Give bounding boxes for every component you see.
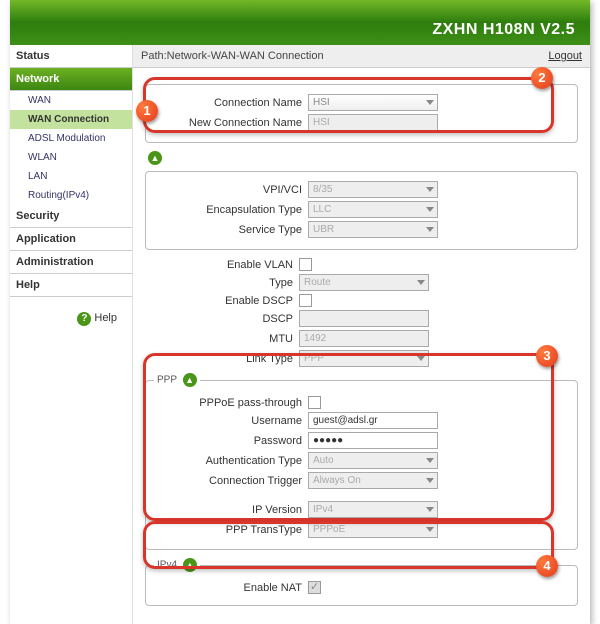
logout-link[interactable]: Logout	[548, 50, 582, 62]
link-type-label: Link Type	[145, 353, 299, 365]
section-connection: Connection Name HSI New Connection Name	[145, 84, 578, 143]
dscp-label: DSCP	[145, 313, 299, 325]
link-type-select[interactable]: PPP	[299, 350, 429, 367]
nav-network[interactable]: Network	[10, 68, 132, 91]
section-ipv4: IPv4 ▲ Enable NAT ✓	[145, 558, 578, 606]
username-input[interactable]	[308, 412, 438, 429]
annotation-badge-2: 2	[531, 67, 553, 89]
username-label: Username	[154, 415, 308, 427]
device-model: ZXHN H108N V2.5	[432, 21, 575, 38]
ppp-transtype-label: PPP TransType	[154, 524, 308, 536]
nav-lan[interactable]: LAN	[10, 167, 132, 186]
password-input[interactable]	[308, 432, 438, 449]
service-type-select[interactable]: UBR	[308, 221, 438, 238]
enable-vlan-label: Enable VLAN	[145, 259, 299, 271]
vpi-vci-select[interactable]: 8/35	[308, 181, 438, 198]
ipv4-collapse-icon[interactable]: ▲	[183, 558, 197, 572]
enable-nat-checkbox[interactable]: ✓	[308, 581, 321, 594]
nav-status[interactable]: Status	[10, 45, 132, 68]
breadcrumb: Path:Network-WAN-WAN Connection	[141, 50, 324, 62]
pppoe-passthrough-checkbox[interactable]	[308, 396, 321, 409]
annotation-badge-1: 1	[136, 100, 158, 122]
encapsulation-type-select[interactable]: LLC	[308, 201, 438, 218]
sidebar: Status Network WAN WAN Connection ADSL M…	[10, 45, 133, 624]
nav-wlan[interactable]: WLAN	[10, 148, 132, 167]
connection-trigger-label: Connection Trigger	[154, 475, 308, 487]
auth-type-select[interactable]: Auto	[308, 452, 438, 469]
help-footer[interactable]: ?Help	[10, 297, 132, 341]
section-ppp: PPP ▲ PPPoE pass-through Username Passwo…	[145, 373, 578, 550]
mtu-label: MTU	[145, 333, 299, 345]
nav-adsl-modulation[interactable]: ADSL Modulation	[10, 129, 132, 148]
section-wan-params: VPI/VCI 8/35 Encapsulation Type LLC Serv…	[145, 171, 578, 250]
connection-trigger-select[interactable]: Always On	[308, 472, 438, 489]
vpi-vci-label: VPI/VCI	[154, 184, 308, 196]
ipv4-legend: IPv4	[157, 560, 177, 571]
nav-wan-connection[interactable]: WAN Connection	[10, 110, 132, 129]
help-label: Help	[94, 312, 117, 324]
new-connection-name-label: New Connection Name	[154, 117, 308, 129]
annotation-badge-3: 3	[536, 345, 558, 367]
nav-help[interactable]: Help	[10, 274, 132, 297]
ppp-collapse-icon[interactable]: ▲	[183, 373, 197, 387]
password-label: Password	[154, 435, 308, 447]
nav-wan[interactable]: WAN	[10, 91, 132, 110]
new-connection-name-input[interactable]	[308, 114, 438, 131]
ip-version-label: IP Version	[154, 504, 308, 516]
service-type-label: Service Type	[154, 224, 308, 236]
nav-application[interactable]: Application	[10, 228, 132, 251]
encapsulation-type-label: Encapsulation Type	[154, 204, 308, 216]
pppoe-passthrough-label: PPPoE pass-through	[154, 397, 308, 409]
connection-name-label: Connection Name	[154, 97, 308, 109]
enable-dscp-checkbox[interactable]	[299, 294, 312, 307]
enable-vlan-checkbox[interactable]	[299, 258, 312, 271]
app-header: ZXHN H108N V2.5	[10, 0, 590, 45]
collapse-toggle-icon[interactable]: ▲	[148, 151, 162, 165]
dscp-input[interactable]	[299, 310, 429, 327]
mtu-input[interactable]	[299, 330, 429, 347]
ppp-transtype-select[interactable]: PPPoE	[308, 521, 438, 538]
type-label: Type	[145, 277, 299, 289]
auth-type-label: Authentication Type	[154, 455, 308, 467]
nav-security[interactable]: Security	[10, 205, 132, 228]
breadcrumb-bar: Path:Network-WAN-WAN Connection Logout	[133, 45, 590, 68]
help-icon: ?	[77, 312, 91, 326]
connection-name-select[interactable]: HSI	[308, 94, 438, 111]
ip-version-select[interactable]: IPv4	[308, 501, 438, 518]
ppp-legend: PPP	[157, 375, 177, 386]
nav-administration[interactable]: Administration	[10, 251, 132, 274]
nav-routing-ipv4[interactable]: Routing(IPv4)	[10, 186, 132, 205]
content-area: Path:Network-WAN-WAN Connection Logout C…	[133, 45, 590, 624]
annotation-badge-4: 4	[536, 555, 558, 577]
type-select[interactable]: Route	[299, 274, 429, 291]
enable-dscp-label: Enable DSCP	[145, 295, 299, 307]
enable-nat-label: Enable NAT	[154, 582, 308, 594]
